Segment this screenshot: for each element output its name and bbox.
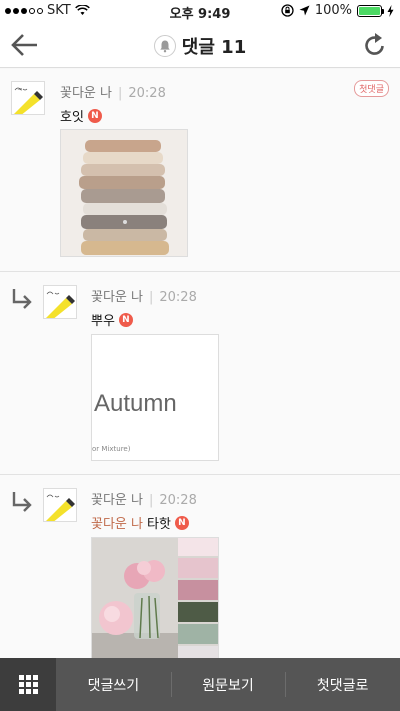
comment-text: 타핫 <box>146 517 171 532</box>
avatar[interactable] <box>43 285 77 319</box>
image-small-caption: or Mixture) <box>92 445 131 453</box>
grid-icon <box>18 675 38 694</box>
reply-item: 꽃다운 나 | 20:28 뿌우 N Autumn or Mixture) <box>0 272 400 475</box>
battery-icon <box>357 4 384 17</box>
refresh-button[interactable] <box>362 31 388 59</box>
comment-image[interactable] <box>91 537 219 658</box>
view-original-button[interactable]: 원문보기 <box>170 658 286 711</box>
comment-meta: 꽃다운 나 | 20:28 <box>91 290 197 305</box>
page-title: 댓글 11 <box>0 33 400 59</box>
avatar[interactable]: ᄏ <box>11 81 45 115</box>
rotation-lock-icon <box>281 4 294 17</box>
comment-time: 20:28 <box>128 86 166 101</box>
first-comment-button[interactable]: 첫댓글로 <box>285 658 400 711</box>
battery-percent: 100% <box>314 3 352 18</box>
reply-arrow-icon <box>12 289 32 309</box>
comment-time: 20:28 <box>159 493 197 508</box>
status-bar: SKT 오후 9:49 100% <box>0 0 400 22</box>
grid-menu-button[interactable] <box>0 658 56 711</box>
charging-bolt-icon <box>387 4 394 17</box>
reply-arrow-icon <box>12 492 32 512</box>
author-name[interactable]: 꽃다운 나 <box>60 86 112 101</box>
first-comment-badge: 첫댓글 <box>354 80 389 97</box>
bell-icon[interactable] <box>153 35 176 57</box>
comment-body: 뿌우 N <box>91 310 133 329</box>
comment-text: 호잇 <box>60 110 84 125</box>
comment-image[interactable] <box>60 129 188 257</box>
comment-time: 20:28 <box>159 290 197 305</box>
new-badge: N <box>174 515 189 530</box>
avatar[interactable] <box>43 488 77 522</box>
image-caption: Autumn <box>94 390 177 417</box>
status-right: 100% <box>281 3 394 18</box>
new-badge: N <box>87 108 102 123</box>
new-badge: N <box>118 312 133 327</box>
comment-body: 꽃다운 나 타핫 N <box>91 513 189 532</box>
peony-swatch-image <box>92 538 218 658</box>
comment-meta: 꽃다운 나 | 20:28 <box>60 86 166 101</box>
nav-bar: 댓글 11 <box>0 22 400 68</box>
title-text: 댓글 11 <box>181 37 247 58</box>
comment-item: ᄏ 꽃다운 나 | 20:28 첫댓글 호잇 N <box>0 69 400 272</box>
location-icon <box>299 5 310 16</box>
author-name[interactable]: 꽃다운 나 <box>91 493 143 508</box>
reply-item: 꽃다운 나 | 20:28 꽃다운 나 타핫 N <box>0 475 400 658</box>
comment-image[interactable]: Autumn or Mixture) <box>91 334 219 461</box>
sweater-stack-image <box>61 130 187 256</box>
mention-tag[interactable]: 꽃다운 나 <box>91 513 143 532</box>
author-name[interactable]: 꽃다운 나 <box>91 290 143 305</box>
write-comment-button[interactable]: 댓글쓰기 <box>56 658 171 711</box>
comment-meta: 꽃다운 나 | 20:28 <box>91 493 197 508</box>
comment-list[interactable]: ᄏ 꽃다운 나 | 20:28 첫댓글 호잇 N 꽃다운 나 | 20:28 뿌… <box>0 69 400 658</box>
bottom-toolbar: 댓글쓰기 원문보기 첫댓글로 <box>0 658 400 711</box>
comment-body: 호잇 N <box>60 106 102 125</box>
comment-text: 뿌우 <box>91 314 115 329</box>
